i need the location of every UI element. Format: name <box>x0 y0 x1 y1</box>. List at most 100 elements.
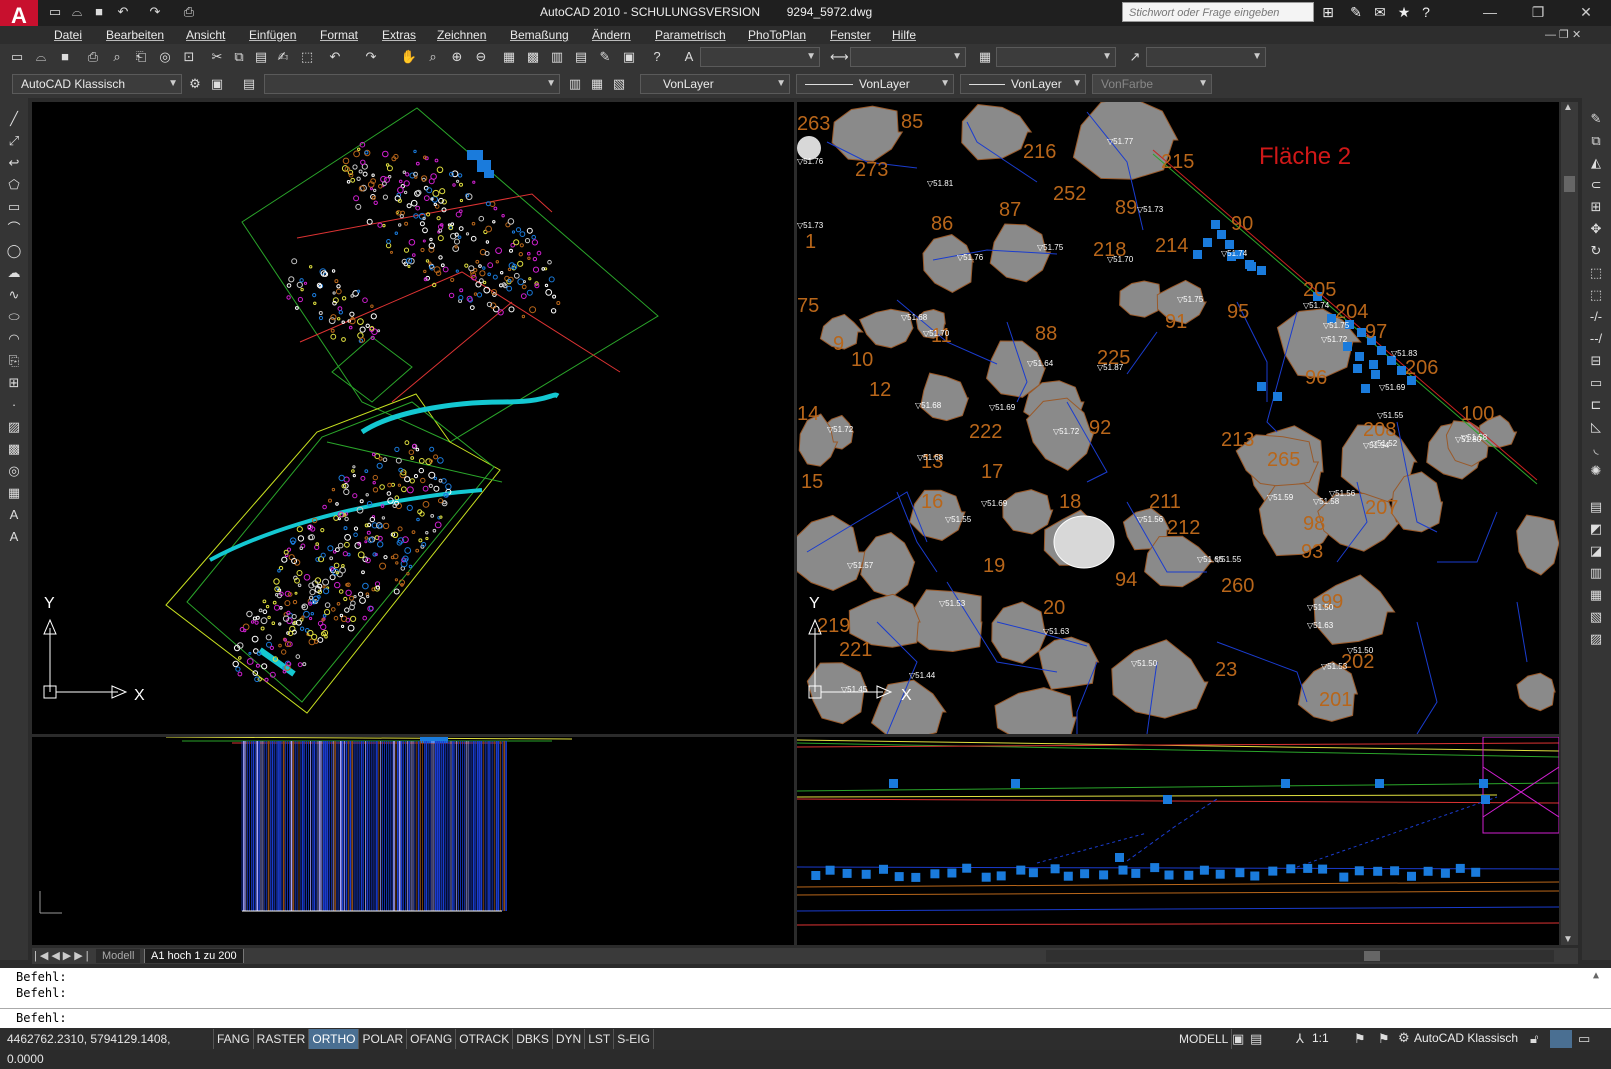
scale-icon[interactable]: ⬚ <box>1586 264 1606 282</box>
zoom-previous-icon[interactable]: ⊖ <box>472 48 490 66</box>
paste-icon[interactable]: ▤ <box>252 48 270 66</box>
rotate-icon[interactable]: ↻ <box>1586 242 1606 260</box>
quick-view-drawings-icon[interactable]: ▤ <box>1250 1031 1262 1047</box>
toggle-ofang[interactable]: OFANG <box>407 1029 457 1049</box>
redo-icon[interactable]: ↷ <box>146 3 164 21</box>
markup-icon[interactable]: ✎ <box>596 48 614 66</box>
workspace-save-icon[interactable]: ▣ <box>208 75 226 93</box>
tab-layout-a1[interactable]: A1 hoch 1 zu 200 <box>144 949 244 963</box>
properties-icon[interactable]: ▦ <box>500 48 518 66</box>
toggle-polar[interactable]: POLAR <box>359 1029 408 1049</box>
close-icon[interactable]: ✕ <box>1566 2 1606 22</box>
layer-previous-icon[interactable]: ▦ <box>588 75 606 93</box>
send-under-icon[interactable]: ▦ <box>1586 586 1606 604</box>
draw-order-icon[interactable]: ▤ <box>1586 498 1606 516</box>
viewport-detail-plan[interactable]: 263 85 273 216 215 252 89 90 86 87 218 214 1 205 204 97… <box>797 102 1559 734</box>
quickcalc-icon[interactable]: ▣ <box>620 48 638 66</box>
menu-extras[interactable]: Extras <box>382 28 416 42</box>
block-editor-icon[interactable]: ⬚ <box>298 48 316 66</box>
scrollbar-thumb[interactable] <box>1564 176 1575 192</box>
viewport-section-view[interactable] <box>32 737 794 945</box>
line-icon[interactable]: ╱ <box>4 110 24 128</box>
minimize-icon[interactable]: — <box>1470 2 1510 22</box>
cut-icon[interactable]: ✂ <box>208 48 226 66</box>
menu-datei[interactable]: Datei <box>54 28 82 42</box>
array-icon[interactable]: ⊞ <box>1586 198 1606 216</box>
stretch-icon[interactable]: ⬚ <box>1586 286 1606 304</box>
tab-modell[interactable]: Modell <box>96 949 141 963</box>
hatch-icon[interactable]: ▨ <box>4 418 24 436</box>
workspace-status[interactable]: AutoCAD Klassisch <box>1414 1031 1518 1045</box>
menu-photoplan[interactable]: PhoToPlan <box>748 28 806 42</box>
undo-icon[interactable]: ↶ <box>114 3 132 21</box>
design-center-icon[interactable]: ▩ <box>524 48 542 66</box>
command-input[interactable]: Befehl: <box>0 1008 1611 1029</box>
table-style-dropdown[interactable]: ▼ <box>996 47 1116 67</box>
menu-aendern[interactable]: Ändern <box>592 28 631 42</box>
bring-to-front-icon[interactable]: ◩ <box>1586 520 1606 538</box>
add-selected-icon[interactable]: A <box>4 528 24 546</box>
rectangle-icon[interactable]: ▭ <box>4 198 24 216</box>
clean-screen-icon[interactable]: ▭ <box>1578 1031 1590 1047</box>
lock-icon[interactable]: 🔓︎ <box>1530 1031 1538 1047</box>
publish-icon[interactable]: ⎗ <box>132 48 150 66</box>
explode-icon[interactable]: ✺ <box>1586 462 1606 480</box>
command-scroll-icon[interactable]: ▲ <box>1593 970 1599 981</box>
tool-palettes-icon[interactable]: ▥ <box>548 48 566 66</box>
tab-navigation-arrows[interactable]: |◀◀▶▶| <box>34 949 92 962</box>
binoculars-icon[interactable]: ⊞ <box>1318 3 1338 21</box>
text-above-icon[interactable]: ▧ <box>1586 608 1606 626</box>
hscroll-thumb[interactable] <box>1364 951 1380 961</box>
workspace-settings-icon[interactable]: ⚙ <box>186 75 204 93</box>
undo-icon[interactable]: ↶ <box>326 48 344 66</box>
ellipse-icon[interactable]: ⬭ <box>4 308 24 326</box>
status-tray-settings-icon[interactable] <box>1550 1030 1572 1048</box>
make-block-icon[interactable]: ⊞ <box>4 374 24 392</box>
gradient-icon[interactable]: ▩ <box>4 440 24 458</box>
communication-icon[interactable]: ✉ <box>1370 3 1390 21</box>
horizontal-scrollbar[interactable] <box>1046 950 1554 962</box>
vertical-scrollbar[interactable]: ▲ ▼ <box>1561 102 1578 945</box>
layer-dropdown[interactable]: ▼ <box>264 74 560 94</box>
multileader-style-dropdown[interactable]: ▼ <box>1146 47 1266 67</box>
menu-format[interactable]: Format <box>320 28 358 42</box>
insert-block-icon[interactable]: ⎘ <box>4 352 24 370</box>
scroll-down-icon[interactable]: ▼ <box>1563 934 1573 945</box>
sheet-set-icon[interactable]: ▤ <box>572 48 590 66</box>
model-space-button[interactable]: MODELL <box>1176 1029 1233 1049</box>
copy-icon[interactable]: ⧉ <box>230 48 248 66</box>
dim-style-icon[interactable]: ⟷ <box>830 48 849 66</box>
offset-icon[interactable]: ⊂ <box>1586 176 1606 194</box>
circle-icon[interactable]: ◯ <box>4 242 24 260</box>
spline-icon[interactable]: ∿ <box>4 286 24 304</box>
toggle-s-eig[interactable]: S-EIG <box>614 1029 654 1049</box>
text-style-dropdown[interactable]: ▼ <box>700 47 820 67</box>
mdi-window-controls[interactable]: — ❐ ✕ <box>1545 28 1581 41</box>
workspace-dropdown[interactable]: AutoCAD Klassisch ▼ <box>12 74 182 94</box>
layer-state-icon[interactable]: ▧ <box>610 75 628 93</box>
menu-einfuegen[interactable]: Einfügen <box>249 28 296 42</box>
toggle-raster[interactable]: RASTER <box>254 1029 310 1049</box>
autoscale-icon[interactable]: ⚑ <box>1378 1031 1390 1047</box>
menu-parametrisch[interactable]: Parametrisch <box>655 28 726 42</box>
save-icon[interactable]: ■ <box>56 48 74 66</box>
match-properties-icon[interactable]: ✍ <box>274 48 292 66</box>
region-icon[interactable]: ◎ <box>4 462 24 480</box>
open-icon[interactable]: ⌓ <box>32 48 50 66</box>
search-input[interactable]: Stichwort oder Frage eingeben <box>1122 2 1314 22</box>
new-icon[interactable]: ▭ <box>8 48 26 66</box>
menu-fenster[interactable]: Fenster <box>830 28 871 42</box>
arc-icon[interactable]: ⌒ <box>4 220 24 238</box>
quick-view-layouts-icon[interactable]: ▣ <box>1232 1031 1244 1047</box>
make-current-layer-icon[interactable]: ▥ <box>566 75 584 93</box>
mirror-icon[interactable]: ◭ <box>1586 154 1606 172</box>
menu-hilfe[interactable]: Hilfe <box>892 28 916 42</box>
annotation-scale-icon[interactable]: ⅄ <box>1296 1031 1304 1047</box>
help-icon[interactable]: ? <box>1416 3 1436 21</box>
text-style-icon[interactable]: A <box>680 48 698 66</box>
plot-preview-icon[interactable]: ⌕ <box>108 48 126 66</box>
polygon-icon[interactable]: ⬠ <box>4 176 24 194</box>
hatch-back-icon[interactable]: ▨ <box>1586 630 1606 648</box>
construction-line-icon[interactable]: ⤢ <box>4 132 24 150</box>
toggle-dyn[interactable]: DYN <box>553 1029 586 1049</box>
